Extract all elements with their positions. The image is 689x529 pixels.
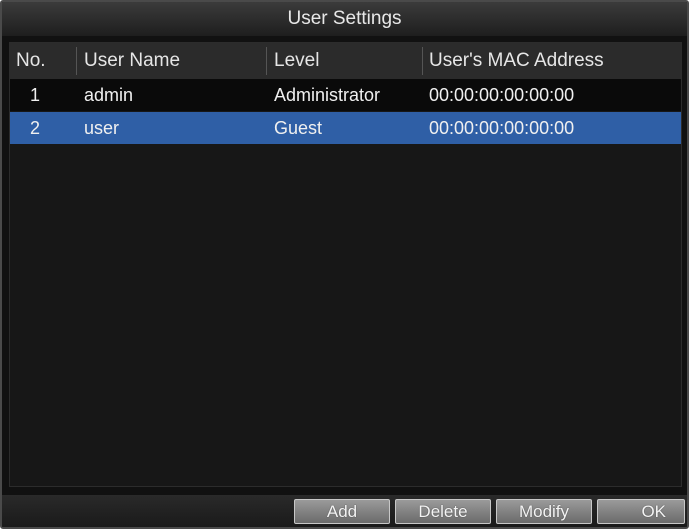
delete-button[interactable]: Delete bbox=[395, 499, 491, 524]
cell-no: 2 bbox=[30, 117, 41, 138]
cell-user-name: user bbox=[84, 117, 120, 138]
cell-level: Guest bbox=[274, 117, 323, 138]
header-no: No. bbox=[16, 50, 46, 71]
add-button[interactable]: Add bbox=[294, 499, 390, 524]
cell-user-name: admin bbox=[84, 84, 134, 105]
header-user-name: User Name bbox=[84, 50, 181, 71]
table-row[interactable]: 1 admin Administrator 00:00:00:00:00:00 bbox=[10, 79, 681, 111]
header-mac-address: User's MAC Address bbox=[429, 50, 604, 71]
cell-mac-address: 00:00:00:00:00:00 bbox=[429, 84, 575, 105]
cell-mac-address: 00:00:00:00:00:00 bbox=[429, 117, 575, 138]
user-table: No. User Name Level User's MAC Address 1… bbox=[9, 42, 682, 487]
header-divider bbox=[266, 47, 267, 75]
cell-level: Administrator bbox=[274, 84, 381, 105]
table-header-row: No. User Name Level User's MAC Address bbox=[10, 43, 681, 80]
header-level: Level bbox=[274, 50, 320, 71]
header-divider bbox=[422, 47, 423, 75]
cell-no: 1 bbox=[30, 84, 41, 105]
ok-button[interactable]: OK bbox=[597, 499, 685, 524]
modify-button[interactable]: Modify bbox=[496, 499, 592, 524]
table-row-selected[interactable]: 2 user Guest 00:00:00:00:00:00 bbox=[10, 112, 681, 144]
user-settings-dialog: User Settings No. User Name Level User's… bbox=[0, 0, 689, 529]
header-divider bbox=[76, 47, 77, 75]
dialog-title: User Settings bbox=[2, 2, 687, 36]
button-bar: Add Delete Modify OK bbox=[2, 495, 687, 527]
